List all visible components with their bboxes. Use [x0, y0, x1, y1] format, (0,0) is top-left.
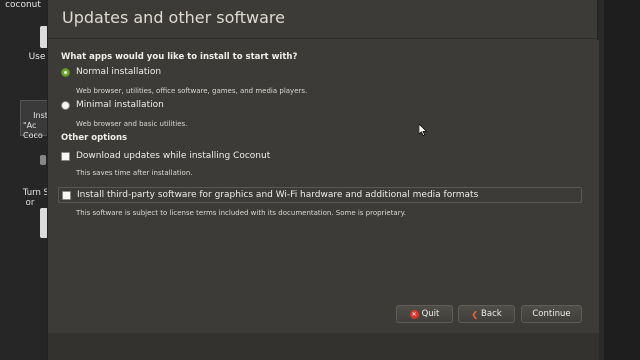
desktop-app-icon[interactable] [40, 155, 46, 165]
other-options-heading: Other options [61, 133, 128, 143]
minimal-installation-option[interactable]: Minimal installation [61, 100, 164, 110]
quit-button-label: Quit [421, 309, 440, 319]
checkbox-icon[interactable] [62, 190, 71, 200]
desktop-item-install[interactable]: Install "Ac Coco [20, 101, 57, 151]
desktop-item-coconut[interactable]: coconut [0, 0, 46, 11]
window-titlebar: Updates and other software [48, 0, 597, 39]
back-button[interactable]: ❮ Back [458, 305, 515, 323]
continue-button-label: Continue [532, 309, 571, 319]
desktop-item-label: Use [28, 52, 46, 62]
desktop-item-use[interactable]: Use [26, 52, 48, 63]
third-party-label: Install third-party software for graphic… [77, 190, 479, 200]
mouse-cursor-icon [419, 124, 427, 136]
minimal-installation-desc: Web browser and basic utilities. [76, 120, 188, 128]
normal-installation-label: Normal installation [76, 67, 162, 77]
apps-question: What apps would you like to install to s… [61, 52, 298, 62]
download-updates-desc: This saves time after installation. [76, 169, 193, 177]
radio-selected-icon[interactable] [61, 67, 70, 77]
back-arrow-icon: ❮ [471, 309, 479, 319]
right-background-strip [598, 0, 640, 360]
page-title: Updates and other software [62, 8, 285, 27]
normal-installation-option[interactable]: Normal installation [61, 67, 161, 77]
installer-content: What apps would you like to install to s… [48, 40, 599, 333]
radio-unselected-icon[interactable] [61, 100, 70, 110]
minimal-installation-label: Minimal installation [76, 100, 164, 110]
quit-icon: ✕ [409, 309, 419, 319]
normal-installation-desc: Web browser, utilities, office software,… [76, 87, 308, 95]
desktop-item-label: coconut [5, 0, 41, 10]
checkbox-icon[interactable] [61, 151, 70, 161]
window-footer [48, 333, 599, 360]
third-party-desc: This software is subject to license term… [76, 209, 406, 217]
installer-window: Updates and other software What apps wou… [47, 0, 599, 360]
download-updates-option[interactable]: Download updates while installing Coconu… [61, 151, 270, 161]
back-button-label: Back [481, 309, 502, 319]
quit-button[interactable]: ✕ Quit [396, 305, 453, 323]
download-updates-label: Download updates while installing Coconu… [76, 151, 271, 161]
third-party-option[interactable]: Install third-party software for graphic… [58, 187, 582, 203]
continue-button[interactable]: Continue [521, 305, 582, 323]
